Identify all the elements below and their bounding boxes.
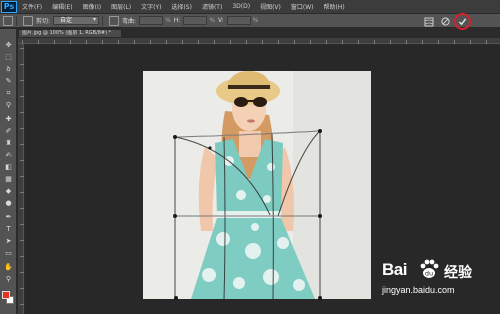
warp-handle[interactable]: [318, 296, 322, 300]
watermark-chinese: 经验: [444, 265, 472, 281]
warp-handle[interactable]: [318, 129, 322, 133]
watermark-url: jingyan.baidu.com: [382, 285, 455, 295]
warp-handle[interactable]: [173, 135, 177, 139]
warp-handle[interactable]: [174, 296, 178, 300]
baidu-paw-icon: du: [420, 259, 439, 278]
baidu-jingyan-watermark: Bai du 经验 jingyan.baidu.com: [380, 258, 498, 302]
warp-handle[interactable]: [208, 146, 212, 150]
watermark-paw-text: du: [425, 270, 433, 278]
warp-handle[interactable]: [318, 214, 322, 218]
warp-handle[interactable]: [173, 214, 177, 218]
watermark-brand: Bai: [382, 260, 407, 279]
